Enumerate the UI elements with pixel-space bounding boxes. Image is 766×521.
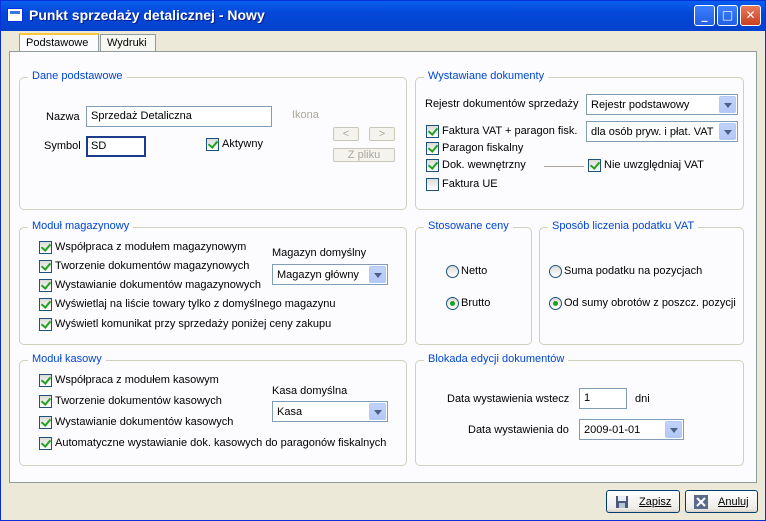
legend-modul-magazynowy: Moduł magazynowy [28, 220, 134, 232]
title-bar[interactable]: Punkt sprzedaży detalicznej - Nowy _ □ ✕ [1, 1, 765, 31]
legend-dane-podstawowe: Dane podstawowe [28, 70, 127, 82]
faktura-vat-select[interactable]: dla osób pryw. i płat. VAT [586, 121, 738, 142]
mag-option-label: Tworzenie dokumentów magazynowych [55, 260, 250, 272]
kasa-label: Kasa domyślna [272, 385, 348, 397]
mag-option-label: Wyświetl komunikat przy sprzedaży poniże… [55, 318, 332, 330]
dialog-window: Punkt sprzedaży detalicznej - Nowy _ □ ✕… [0, 0, 766, 521]
tab-podstawowe[interactable]: Podstawowe [19, 33, 99, 53]
z-pliku-button[interactable]: Z pliku [333, 148, 395, 162]
dni-label: dni [635, 393, 650, 405]
data-do-label: Data wystawienia do [468, 424, 569, 436]
faktura-vat-select-value: dla osób pryw. i płat. VAT [591, 126, 714, 138]
icon-next-button[interactable]: > [369, 127, 395, 141]
nie-uwzgledniaj-vat-checkbox[interactable] [588, 159, 601, 172]
mag-option-label: Wyświetlaj na liście towary tylko z domy… [55, 298, 336, 310]
aktywny-label: Aktywny [222, 138, 263, 150]
suma-podatku-radio[interactable] [549, 265, 562, 278]
chevron-down-icon[interactable] [719, 96, 736, 113]
legend-blokada: Blokada edycji dokumentów [424, 353, 569, 365]
chevron-down-icon[interactable] [665, 421, 682, 438]
symbol-input[interactable]: SD [86, 136, 146, 157]
save-button[interactable]: Zapisz [606, 490, 680, 513]
mag-option-checkbox[interactable] [39, 279, 52, 292]
kas-option-checkbox[interactable] [39, 416, 52, 429]
paragon-label: Paragon fiskalny [442, 142, 524, 154]
faktura-vat-checkbox[interactable] [426, 125, 439, 138]
magazyn-label: Magazyn domyślny [272, 247, 367, 259]
magazyn-select-value: Magazyn główny [277, 269, 359, 281]
nie-uwzgledniaj-vat-label: Nie uwzględniaj VAT [604, 159, 704, 171]
kas-option-label: Tworzenie dokumentów kasowych [55, 395, 222, 407]
dok-wewnetrzny-checkbox[interactable] [426, 159, 439, 172]
symbol-label: Symbol [44, 140, 81, 152]
chevron-down-icon[interactable] [369, 403, 386, 420]
cancel-button-label: Anuluj [718, 496, 749, 508]
magazyn-select[interactable]: Magazyn główny [272, 264, 388, 285]
mag-option-checkbox[interactable] [39, 260, 52, 273]
mag-option-checkbox[interactable] [39, 241, 52, 254]
group-stosowane-ceny: Stosowane ceny Netto Brutto [415, 220, 532, 345]
paragon-checkbox[interactable] [426, 142, 439, 155]
rejestr-label: Rejestr dokumentów sprzedaży [425, 98, 579, 110]
maximize-button[interactable]: □ [717, 5, 738, 26]
legend-modul-kasowy: Moduł kasowy [28, 353, 106, 365]
group-modul-kasowy: Moduł kasowy Współpraca z modułem kasowy… [19, 353, 407, 466]
suma-podatku-label: Suma podatku na pozycjach [564, 265, 703, 277]
divider [544, 166, 584, 167]
netto-radio[interactable] [446, 265, 459, 278]
faktura-ue-label: Faktura UE [442, 178, 498, 190]
group-wystawiane-dokumenty: Wystawiane dokumenty Rejestr dokumentów … [415, 70, 744, 210]
kas-option-checkbox[interactable] [39, 395, 52, 408]
legend-stosowane-ceny: Stosowane ceny [424, 220, 513, 232]
kasa-select-value: Kasa [277, 406, 303, 418]
aktywny-checkbox[interactable] [206, 138, 219, 151]
chevron-down-icon[interactable] [719, 123, 736, 140]
mag-option-label: Wystawianie dokumentów magazynowych [55, 279, 261, 291]
wstecz-label: Data wystawienia wstecz [447, 393, 570, 405]
rejestr-select[interactable]: Rejestr podstawowy [586, 94, 738, 115]
close-button[interactable]: ✕ [740, 5, 761, 26]
wstecz-input[interactable]: 1 [579, 388, 627, 409]
brutto-radio[interactable] [446, 297, 459, 310]
kas-option-label: Wystawianie dokumentów kasowych [55, 416, 234, 428]
mag-option-checkbox[interactable] [39, 298, 52, 311]
faktura-vat-label: Faktura VAT + paragon fisk. [442, 125, 578, 137]
group-modul-magazynowy: Moduł magazynowy Współpraca z modułem ma… [19, 220, 407, 345]
nazwa-label: Nazwa [46, 111, 80, 123]
rejestr-select-value: Rejestr podstawowy [591, 99, 690, 111]
data-do-picker[interactable]: 2009-01-01 [579, 419, 684, 440]
data-do-value: 2009-01-01 [584, 424, 641, 436]
faktura-ue-checkbox[interactable] [426, 178, 439, 191]
group-sposob-vat: Sposób liczenia podatku VAT Suma podatku… [539, 220, 744, 345]
window-title: Punkt sprzedaży detalicznej - Nowy [29, 7, 265, 23]
dok-wewnetrzny-label: Dok. wewnętrzny [442, 159, 526, 171]
ikona-label: Ikona [292, 109, 319, 121]
minimize-button[interactable]: _ [694, 5, 715, 26]
od-sumy-label: Od sumy obrotów z poszcz. pozycji [564, 297, 736, 309]
mag-option-label: Współpraca z modułem magazynowym [55, 241, 247, 253]
cancel-x-icon [694, 495, 708, 509]
kas-option-label: Automatyczne wystawianie dok. kasowych d… [55, 437, 387, 449]
legend-wystawiane-dokumenty: Wystawiane dokumenty [424, 70, 549, 82]
group-blokada: Blokada edycji dokumentów Data wystawien… [415, 353, 744, 466]
tab-wydruki[interactable]: Wydruki [100, 34, 156, 52]
window-app-icon [7, 8, 23, 22]
tab-panel-podstawowe: Dane podstawowe Nazwa Sprzedaż Detaliczn… [9, 51, 757, 483]
legend-sposob-vat: Sposób liczenia podatku VAT [548, 220, 699, 232]
netto-label: Netto [461, 265, 488, 277]
brutto-label: Brutto [461, 297, 491, 309]
chevron-down-icon[interactable] [369, 266, 386, 283]
nazwa-input[interactable]: Sprzedaż Detaliczna [86, 106, 272, 127]
kasa-select[interactable]: Kasa [272, 401, 388, 422]
od-sumy-radio[interactable] [549, 297, 562, 310]
group-dane-podstawowe: Dane podstawowe Nazwa Sprzedaż Detaliczn… [19, 70, 407, 210]
save-button-label: Zapisz [639, 496, 672, 508]
floppy-disk-icon [616, 496, 628, 508]
kas-option-label: Współpraca z modułem kasowym [55, 374, 219, 386]
cancel-button[interactable]: Anuluj [685, 490, 758, 513]
kas-option-checkbox[interactable] [39, 437, 52, 450]
icon-prev-button[interactable]: < [333, 127, 359, 141]
mag-option-checkbox[interactable] [39, 318, 52, 331]
kas-option-checkbox[interactable] [39, 374, 52, 387]
